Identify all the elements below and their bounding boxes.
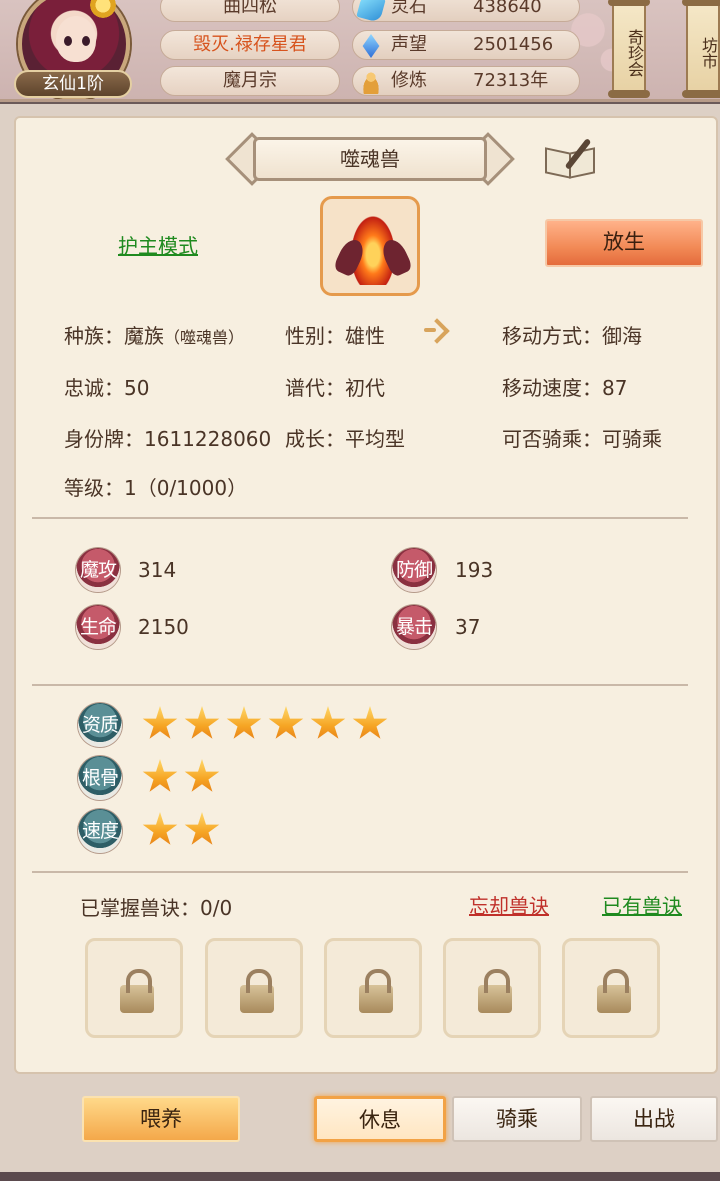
star-icon — [184, 706, 220, 739]
owned-skills-link[interactable]: 已有兽诀 — [602, 890, 682, 919]
skill-slot[interactable] — [443, 938, 541, 1038]
skill-slot[interactable] — [205, 938, 303, 1038]
prestige-crystal-icon — [362, 34, 380, 58]
resource-prestige: 声望 2501456 — [352, 30, 580, 60]
resource-cultivation: 修炼 72313年 — [352, 66, 580, 96]
speed-badge: 速度 — [78, 809, 122, 853]
treasure-auction-button[interactable]: 奇珍会 — [608, 0, 650, 98]
lock-icon — [120, 969, 154, 1013]
section-divider — [32, 871, 688, 873]
player-title-pill: 毁灭.禄存星君 — [160, 30, 340, 60]
feed-button[interactable]: 喂养 — [82, 1096, 240, 1142]
lock-icon — [597, 969, 631, 1013]
battle-button[interactable]: 出战 — [590, 1096, 718, 1142]
resource-value: 72313年 — [473, 70, 549, 91]
resource-label: 灵石 — [391, 0, 427, 17]
attr-gender: 性别：雄性 — [285, 324, 385, 348]
star-icon — [310, 706, 346, 739]
magic-attack-value: 314 — [138, 558, 177, 582]
star-icon — [142, 812, 178, 845]
crit-value: 37 — [455, 615, 481, 639]
bottom-edge — [0, 1172, 720, 1181]
aptitude-stars — [142, 706, 388, 742]
pet-handbook-icon[interactable] — [545, 136, 601, 182]
resource-value: 2501456 — [473, 34, 554, 55]
defense-badge: 防御 — [392, 548, 436, 592]
resource-spirit-stone: 灵石 438640 — [352, 0, 580, 23]
section-divider — [32, 684, 688, 686]
lock-icon — [359, 969, 393, 1013]
star-icon — [184, 812, 220, 845]
hp-badge: 生命 — [76, 605, 120, 649]
pet-portrait[interactable] — [320, 196, 420, 296]
ride-button[interactable]: 骑乘 — [452, 1096, 582, 1142]
star-icon — [142, 759, 178, 792]
attr-rideable: 可否骑乘：可骑乘 — [502, 427, 662, 451]
attr-generation: 谱代：初代 — [285, 376, 385, 400]
forget-skill-link[interactable]: 忘却兽诀 — [469, 890, 549, 919]
speed-stars — [142, 812, 220, 848]
skill-slot[interactable] — [85, 938, 183, 1038]
attr-race-value: 魔族 — [124, 324, 164, 348]
aptitude-badge: 资质 — [78, 703, 122, 747]
attr-id-tag: 身份牌：1611228060 — [64, 427, 272, 451]
pet-name-plaque: 噬魂兽 — [225, 132, 515, 186]
release-button[interactable]: 放生 — [545, 219, 703, 267]
attr-loyalty: 忠诚：50 — [64, 376, 150, 400]
skill-slot[interactable] — [562, 938, 660, 1038]
attr-race-label: 种族： — [64, 324, 124, 348]
hair-ornament-icon — [88, 0, 118, 20]
star-icon — [184, 759, 220, 792]
market-button[interactable]: 坊市 — [682, 0, 720, 98]
resource-value: 438640 — [473, 0, 542, 17]
guard-mode-link[interactable]: 护主模式 — [118, 230, 198, 259]
magic-attack-badge: 魔攻 — [76, 548, 120, 592]
spirit-stone-icon — [356, 0, 386, 23]
cultivation-monk-icon — [359, 70, 383, 94]
avatar-eye-right — [82, 36, 90, 46]
gender-male-icon — [424, 316, 456, 348]
crit-badge: 暴击 — [392, 605, 436, 649]
player-rank-badge: 玄仙1阶 — [14, 70, 132, 98]
star-icon — [352, 706, 388, 739]
section-divider — [32, 517, 688, 519]
player-sect-pill: 魔月宗 — [160, 66, 340, 96]
hp-value: 2150 — [138, 615, 189, 639]
pet-name: 噬魂兽 — [253, 137, 487, 181]
star-icon — [268, 706, 304, 739]
star-icon — [226, 706, 262, 739]
attr-race-sub: （噬魂兽） — [164, 328, 245, 347]
attr-race: 种族：魔族（噬魂兽） — [64, 320, 244, 349]
mastered-skills-count: 已掌握兽诀：0/0 — [80, 896, 233, 920]
lock-icon — [240, 969, 274, 1013]
attr-growth: 成长：平均型 — [285, 427, 405, 451]
attr-level: 等级：1（0/1000） — [64, 476, 248, 500]
bone-badge: 根骨 — [78, 756, 122, 800]
attr-move-speed: 移动速度：87 — [502, 376, 628, 400]
defense-value: 193 — [455, 558, 494, 582]
lock-icon — [478, 969, 512, 1013]
resource-label: 声望 — [391, 34, 427, 55]
player-name-pill: 曲四松 — [160, 0, 340, 22]
avatar-eye-left — [64, 36, 72, 46]
star-icon — [142, 706, 178, 739]
attr-move-mode: 移动方式：御海 — [502, 324, 642, 348]
bone-stars — [142, 759, 220, 795]
top-bar: 玄仙1阶 曲四松 毁灭.禄存星君 魔月宗 灵石 438640 声望 250145… — [0, 0, 720, 102]
skill-slot[interactable] — [324, 938, 422, 1038]
rest-button[interactable]: 休息 — [314, 1096, 446, 1142]
resource-label: 修炼 — [391, 70, 427, 91]
avatar-face — [56, 16, 96, 62]
